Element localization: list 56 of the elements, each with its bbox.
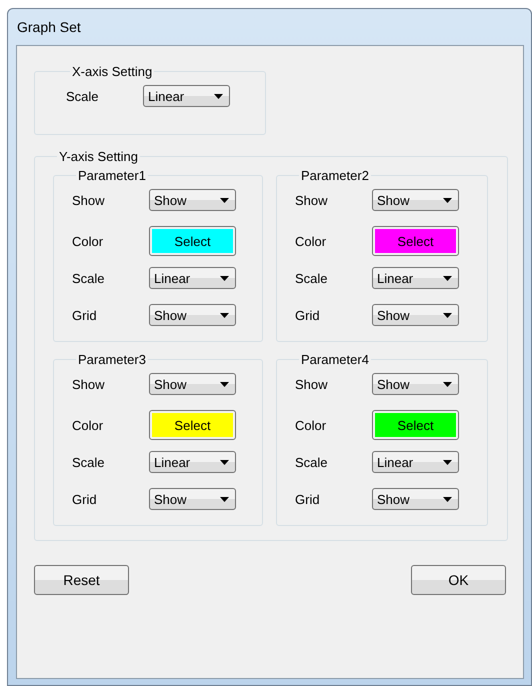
dropdown[interactable]: Linear [372, 267, 459, 289]
caret-icon [443, 312, 452, 318]
field-label: Grid [72, 308, 98, 322]
caret-icon [220, 382, 229, 386]
dropdown[interactable]: Show [372, 373, 459, 395]
field-label: Show [295, 376, 329, 392]
caret-icon [443, 198, 452, 202]
dropdown[interactable]: Show [372, 304, 459, 326]
dropdown[interactable]: Show [372, 488, 459, 510]
dropdown[interactable]: Show [149, 304, 236, 326]
field-label: Color [72, 418, 104, 432]
group-title: Parameter2 [300, 168, 370, 183]
field-label: Scale [295, 454, 329, 470]
caret-icon [220, 312, 229, 318]
field-label: Scale [72, 454, 106, 470]
dropdown[interactable]: Linear [149, 451, 236, 473]
group-title: Parameter3 [77, 352, 147, 367]
field-label: Grid [295, 492, 321, 506]
caret-icon [214, 94, 223, 98]
field-label: Color [72, 234, 104, 248]
field-label: Scale [72, 270, 106, 286]
field-label: Show [72, 192, 106, 208]
color-select-button[interactable]: Select [149, 226, 236, 256]
color-select-button[interactable]: Select [372, 410, 459, 440]
dropdown[interactable]: Linear [149, 267, 236, 289]
field-label: Scale [295, 270, 329, 286]
group-title: Y-axis Setting [58, 149, 140, 164]
caret-icon [443, 382, 452, 386]
field-label: Scale [66, 88, 100, 104]
dropdown[interactable]: Show [149, 189, 236, 211]
caret-icon [443, 496, 452, 502]
caret-icon [443, 460, 452, 464]
field-label: Color [295, 418, 328, 432]
field-label: Color [295, 234, 328, 248]
color-select-button[interactable]: Select [372, 226, 459, 256]
caret-icon [220, 496, 229, 502]
group-title: X-axis Setting [71, 64, 154, 79]
ok-button[interactable]: OK [411, 565, 506, 595]
field-label: Grid [72, 492, 98, 506]
reset-button[interactable]: Reset [34, 565, 129, 595]
caret-icon [220, 460, 229, 464]
caret-icon [220, 198, 229, 202]
caret-icon [443, 276, 452, 280]
dropdown[interactable]: Show [149, 488, 236, 510]
caret-icon [220, 276, 229, 280]
field-label: Grid [295, 308, 321, 322]
dropdown[interactable]: Show [149, 373, 236, 395]
color-select-button[interactable]: Select [149, 410, 236, 440]
dropdown[interactable]: Linear [372, 451, 459, 473]
field-label: Show [72, 376, 106, 392]
field-label: Show [295, 192, 329, 208]
group-title: Parameter4 [300, 352, 370, 367]
group-title: Parameter1 [77, 168, 147, 183]
dropdown[interactable]: Show [372, 189, 459, 211]
window-title: Graph Set [16, 18, 82, 37]
dropdown[interactable]: Linear [143, 85, 230, 107]
